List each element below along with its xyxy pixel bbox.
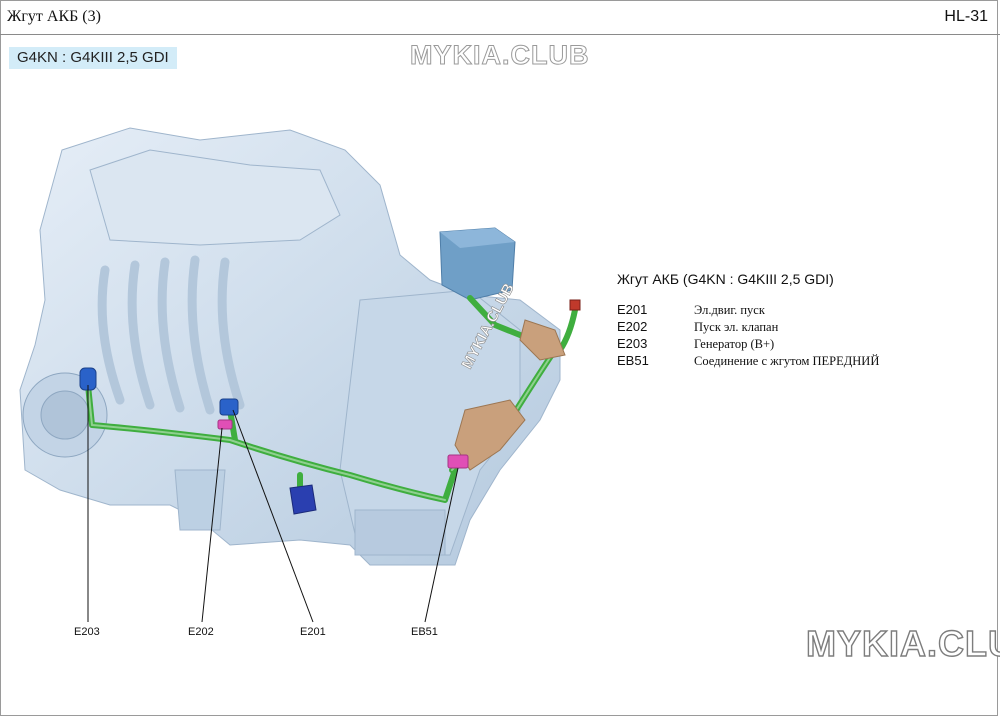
legend-code: EB51 [617,353,649,368]
callout-e202: E202 [188,626,214,638]
legend-code: E203 [617,336,648,351]
legend-code: E201 [617,302,648,317]
callout-eb51: EB51 [411,626,438,638]
legend-desc: Пуск эл. клапан [694,320,779,334]
battery-terminal [569,299,581,311]
legend-desc: Соединение с жгутом ПЕРЕДНИЙ [694,354,880,368]
connector-e202 [217,419,233,430]
legend-item: E201 Эл.двиг. пуск [617,302,987,319]
legend-title: Жгут АКБ (G4KN : G4KIII 2,5 GDI) [617,271,834,287]
connector-starter [289,484,317,515]
connector-legend: E201 Эл.двиг. пуск E202 Пуск эл. клапан … [617,302,987,370]
callout-e203: E203 [74,626,100,638]
callout-e201: E201 [300,626,326,638]
legend-item: E202 Пуск эл. клапан [617,319,987,336]
connector-eb51 [447,454,469,469]
legend-desc: Генератор (B+) [694,337,775,351]
watermark-bottom: MYKIA.CLUB [805,622,1000,664]
legend-item: EB51 Соединение с жгутом ПЕРЕДНИЙ [617,353,987,370]
legend-item: E203 Генератор (B+) [617,336,987,353]
connector-e201 [219,398,239,416]
legend-desc: Эл.двиг. пуск [694,303,765,317]
legend-code: E202 [617,319,648,334]
